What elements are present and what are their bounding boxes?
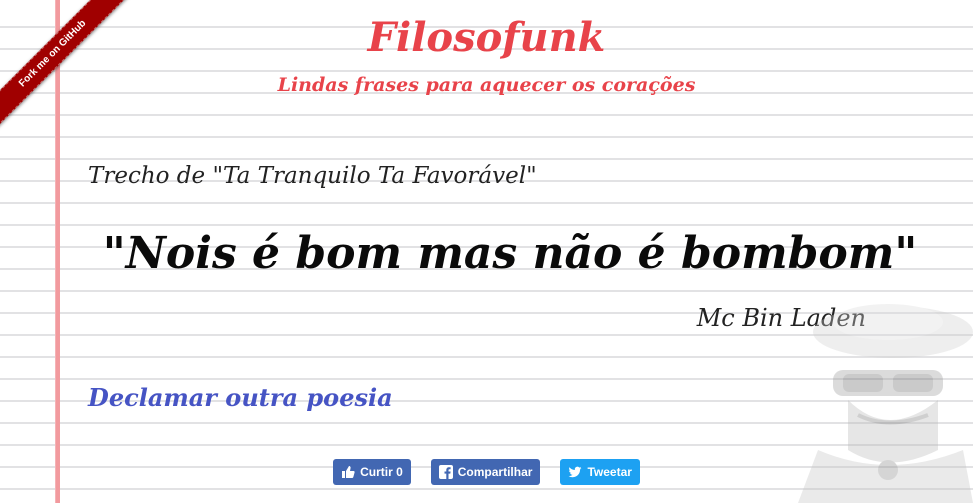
song-excerpt-label: Trecho de "Ta Tranquilo Ta Favorável" [88,163,537,189]
tweet-label: Tweetar [587,465,632,479]
facebook-share-button[interactable]: Compartilhar [430,459,541,485]
like-label: Curtir 0 [360,465,403,479]
twitter-tweet-button[interactable]: Tweetar [560,459,640,485]
site-subtitle: Lindas frases para aquecer os corações [277,74,696,96]
facebook-like-button[interactable]: Curtir 0 [333,459,411,485]
share-label: Compartilhar [457,465,533,479]
site-title: Filosofunk [367,14,606,61]
declare-another-poem-link[interactable]: Declamar outra poesia [88,380,393,416]
quote-text: "Nois é bom mas não é bombom" [102,228,918,279]
facebook-icon [438,465,453,479]
social-share-bar: Curtir 0 Compartilhar Tweetar [0,459,973,485]
thumbs-up-icon [341,465,355,479]
twitter-bird-icon [568,465,582,479]
